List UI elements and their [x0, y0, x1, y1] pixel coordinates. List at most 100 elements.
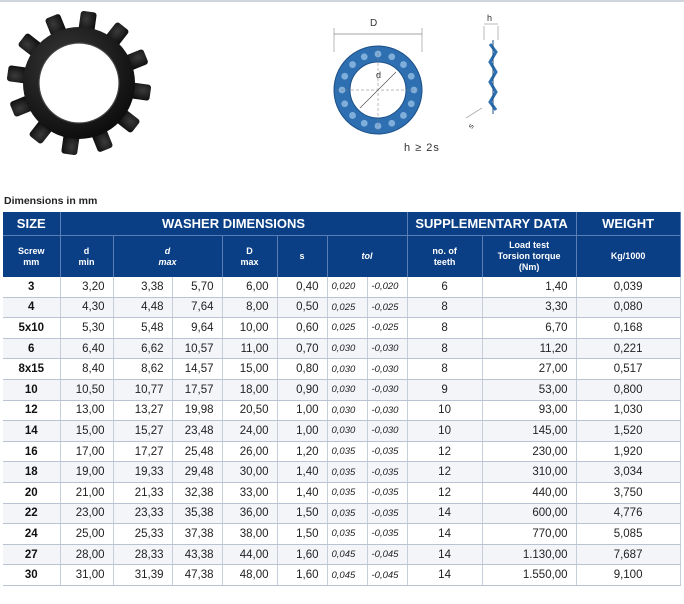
cell-d-max-1: 5,48: [113, 317, 173, 339]
cell-D-max: 36,00: [222, 503, 278, 525]
cell-weight: 0,221: [576, 338, 681, 360]
technical-drawing: D d h s: [333, 13, 499, 135]
cell-tol-plus: 0,035: [327, 482, 368, 504]
cell-size: 30: [3, 564, 61, 586]
cell-weight: 9,100: [576, 564, 681, 586]
cell-s: 1,50: [277, 503, 328, 525]
cell-tol-plus: 0,045: [327, 564, 368, 586]
label-d: d: [376, 70, 381, 80]
cell-tol-plus: 0,045: [327, 544, 368, 566]
table-row: 24 25,00 25,33 37,38 38,00 1,50 0,035 -0,035 14 7…: [3, 523, 681, 545]
cell-torque: 310,00: [482, 461, 577, 483]
cell-weight: 0,039: [576, 277, 681, 298]
cell-d-min: 10,50: [60, 379, 114, 401]
cell-tol-plus: 0,030: [327, 379, 368, 401]
cell-size: 8x15: [3, 358, 61, 380]
group-washer-dimensions: WASHER DIMENSIONS: [60, 212, 408, 236]
cell-teeth: 10: [407, 420, 483, 442]
cell-tol-minus: -0,030: [367, 358, 408, 380]
cell-weight: 1,920: [576, 441, 681, 463]
cell-weight: 5,085: [576, 523, 681, 545]
washer-photo: [6, 10, 152, 156]
cell-D-max: 30,00: [222, 461, 278, 483]
cell-torque: 1.550,00: [482, 564, 577, 586]
cell-d-min: 23,00: [60, 503, 114, 525]
cell-d-max-1: 31,39: [113, 564, 173, 586]
table-row: 30 31,00 31,39 47,38 48,00 1,60 0,045 -0,045 14 1…: [3, 564, 681, 586]
cell-tol-minus: -0,035: [367, 461, 408, 483]
cell-d-max-1: 4,48: [113, 297, 173, 319]
cell-torque: 440,00: [482, 482, 577, 504]
cell-d-max-1: 23,33: [113, 503, 173, 525]
cell-weight: 3,750: [576, 482, 681, 504]
cell-tol-plus: 0,035: [327, 503, 368, 525]
cell-D-max: 44,00: [222, 544, 278, 566]
cell-size: 22: [3, 503, 61, 525]
cell-torque: 600,00: [482, 503, 577, 525]
cell-torque: 27,00: [482, 358, 577, 380]
cell-tol-minus: -0,025: [367, 297, 408, 319]
cell-d-min: 13,00: [60, 400, 114, 422]
col-s: s: [277, 235, 328, 277]
col-weight: Kg/1000: [576, 235, 681, 277]
cell-s: 1,60: [277, 544, 328, 566]
cell-D-max: 15,00: [222, 358, 278, 380]
cell-size: 3: [3, 277, 61, 298]
cell-d-min: 28,00: [60, 544, 114, 566]
cell-tol-plus: 0,035: [327, 441, 368, 463]
cell-size: 12: [3, 400, 61, 422]
cell-d-max-1: 28,33: [113, 544, 173, 566]
cell-D-max: 6,00: [222, 277, 278, 298]
cell-D-max: 8,00: [222, 297, 278, 319]
cell-weight: 7,687: [576, 544, 681, 566]
table-row: 14 15,00 15,27 23,48 24,00 1,00 0,030 -0,030 10 1…: [3, 420, 681, 442]
cell-d-max-2: 25,48: [172, 441, 223, 463]
group-supplementary-data: SUPPLEMENTARY DATA: [407, 212, 577, 236]
cell-tol-plus: 0,025: [327, 297, 368, 319]
cell-teeth: 14: [407, 523, 483, 545]
cell-size: 4: [3, 297, 61, 319]
cell-d-max-1: 13,27: [113, 400, 173, 422]
cell-torque: 53,00: [482, 379, 577, 401]
cell-teeth: 12: [407, 461, 483, 483]
cell-d-min: 5,30: [60, 317, 114, 339]
table-row: 27 28,00 28,33 43,38 44,00 1,60 0,045 -0,045 14 1…: [3, 544, 681, 566]
cell-tol-minus: -0,045: [367, 564, 408, 586]
cell-tol-minus: -0,035: [367, 503, 408, 525]
cell-s: 0,70: [277, 338, 328, 360]
cell-tol-plus: 0,030: [327, 400, 368, 422]
cell-weight: 0,800: [576, 379, 681, 401]
cell-size: 10: [3, 379, 61, 401]
cell-s: 0,60: [277, 317, 328, 339]
cell-D-max: 18,00: [222, 379, 278, 401]
cell-weight: 1,520: [576, 420, 681, 442]
cell-teeth: 14: [407, 503, 483, 525]
cell-tol-plus: 0,035: [327, 461, 368, 483]
header-group-row: SIZE WASHER DIMENSIONS SUPPLEMENTARY DAT…: [3, 212, 681, 236]
cell-tol-minus: -0,030: [367, 400, 408, 422]
table-row: 3 3,20 3,38 5,70 6,00 0,40 0,020 -0,020 6 1,40 0,0…: [3, 277, 681, 298]
cell-d-max-2: 19,98: [172, 400, 223, 422]
col-d-max: d max: [113, 235, 223, 277]
cell-d-max-2: 47,38: [172, 564, 223, 586]
cell-d-max-1: 6,62: [113, 338, 173, 360]
cell-teeth: 9: [407, 379, 483, 401]
cell-teeth: 8: [407, 338, 483, 360]
cell-d-max-1: 3,38: [113, 277, 173, 298]
cell-d-min: 3,20: [60, 277, 114, 298]
cell-torque: 3,30: [482, 297, 577, 319]
cell-d-max-2: 7,64: [172, 297, 223, 319]
table-row: 22 23,00 23,33 35,38 36,00 1,50 0,035 -0,035 14 6…: [3, 503, 681, 525]
cell-weight: 0,080: [576, 297, 681, 319]
cell-d-max-1: 10,77: [113, 379, 173, 401]
label-h: h: [487, 13, 492, 23]
cell-D-max: 20,50: [222, 400, 278, 422]
cell-d-max-2: 14,57: [172, 358, 223, 380]
cell-tol-plus: 0,025: [327, 317, 368, 339]
cell-s: 1,00: [277, 420, 328, 442]
cell-d-min: 6,40: [60, 338, 114, 360]
cell-tol-minus: -0,035: [367, 441, 408, 463]
cell-d-max-1: 19,33: [113, 461, 173, 483]
cell-D-max: 33,00: [222, 482, 278, 504]
cell-teeth: 14: [407, 564, 483, 586]
